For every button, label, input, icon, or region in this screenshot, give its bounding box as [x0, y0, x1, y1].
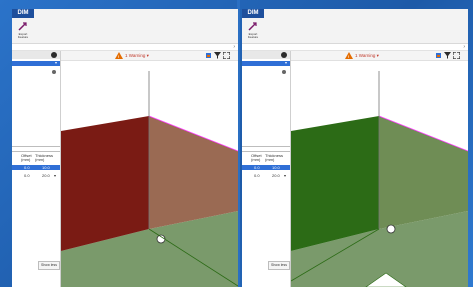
divider	[242, 146, 290, 147]
wall-left	[61, 116, 149, 251]
offset-value: 0.0	[254, 173, 260, 178]
offset-header: Offset (mm)	[251, 153, 262, 162]
dropdown-icon[interactable]: ▾	[54, 173, 56, 178]
export-icon	[248, 22, 257, 31]
layers-icon[interactable]	[435, 52, 442, 59]
settings-icon[interactable]	[281, 52, 287, 58]
info-icon[interactable]	[282, 70, 286, 74]
warning-icon: !	[115, 52, 123, 59]
offset-value: 0.0	[24, 173, 30, 178]
settings-icon[interactable]	[51, 52, 57, 58]
viewport-icons	[205, 52, 235, 59]
viewport-toolbar: ! 1 Warning ▾	[291, 51, 468, 61]
thickness-header: Thickness (mm)	[35, 153, 54, 162]
fit-icon[interactable]	[223, 52, 230, 59]
path-bar: ›	[242, 44, 468, 51]
filter-icon[interactable]	[444, 52, 451, 59]
viewport-toolbar: ! 1 Warning ▾	[61, 51, 238, 61]
export-icon	[18, 22, 27, 31]
expand-icon[interactable]: ›	[463, 44, 465, 50]
selected-layer-row[interactable]: ▾	[12, 60, 60, 66]
thickness-header: Thickness (mm)	[265, 153, 284, 162]
brand-logo: DIM	[12, 9, 34, 18]
export-label: Export Feature	[17, 32, 29, 39]
app-window-left: DIM Export Feature › ▾ Offset (mm) Thick…	[12, 9, 238, 287]
app-window-right: DIM Export Feature › ▾ Offset (mm) Thick…	[242, 9, 468, 287]
grid-header: Offset (mm) Thickness (mm)	[251, 154, 289, 164]
offset-value: 0.0	[254, 165, 260, 170]
properties-panel: ▾ Offset (mm) Thickness (mm) 0.0 10.0 0.…	[242, 51, 291, 287]
thickness-value: 20.0	[272, 173, 280, 178]
ribbon: DIM Export Feature	[242, 9, 468, 44]
show-less-button[interactable]: Show less	[38, 261, 60, 270]
fit-icon[interactable]	[453, 52, 460, 59]
table-row[interactable]: 0.0 10.0	[242, 165, 290, 170]
divider	[12, 151, 60, 152]
table-row[interactable]: 0.0 10.0	[12, 165, 60, 170]
offset-value: 0.0	[24, 165, 30, 170]
warning-icon: !	[345, 52, 353, 59]
properties-panel: ▾ Offset (mm) Thickness (mm) 0.0 10.0 0.…	[12, 51, 61, 287]
thickness-value: 20.0	[42, 173, 50, 178]
marker-icon	[156, 234, 166, 244]
brand-logo: DIM	[242, 9, 264, 18]
table-row[interactable]: 0.0 20.0 ▾	[12, 173, 60, 178]
thickness-value: 10.0	[42, 165, 50, 170]
info-icon[interactable]	[52, 70, 56, 74]
selected-layer-row[interactable]: ▾	[242, 60, 290, 66]
panel-header	[12, 51, 60, 59]
dropdown-icon[interactable]: ▾	[284, 173, 286, 178]
export-label: Export Feature	[247, 32, 259, 39]
expand-icon[interactable]: ›	[233, 44, 235, 50]
3d-viewport[interactable]: ! 1 Warning ▾	[61, 51, 238, 287]
grid-header: Offset (mm) Thickness (mm)	[21, 154, 59, 164]
3d-viewport[interactable]: ! 1 Warning ▾	[291, 51, 468, 287]
divider	[242, 151, 290, 152]
wall-right	[149, 116, 238, 229]
layers-icon[interactable]	[205, 52, 212, 59]
wall-left	[291, 116, 379, 251]
export-button[interactable]: Export Feature	[15, 20, 31, 41]
wall-right	[379, 116, 468, 229]
viewport-icons	[435, 52, 465, 59]
export-button[interactable]: Export Feature	[245, 20, 261, 41]
show-less-button[interactable]: Show less	[268, 261, 290, 270]
panel-header	[242, 51, 290, 59]
marker-icon	[386, 224, 396, 234]
ribbon: DIM Export Feature	[12, 9, 238, 44]
path-bar: ›	[12, 44, 238, 51]
filter-icon[interactable]	[214, 52, 221, 59]
3d-scene	[291, 71, 468, 287]
offset-header: Offset (mm)	[21, 153, 32, 162]
3d-scene	[61, 71, 238, 287]
thickness-value: 10.0	[272, 165, 280, 170]
divider	[12, 146, 60, 147]
table-row[interactable]: 0.0 20.0 ▾	[242, 173, 290, 178]
